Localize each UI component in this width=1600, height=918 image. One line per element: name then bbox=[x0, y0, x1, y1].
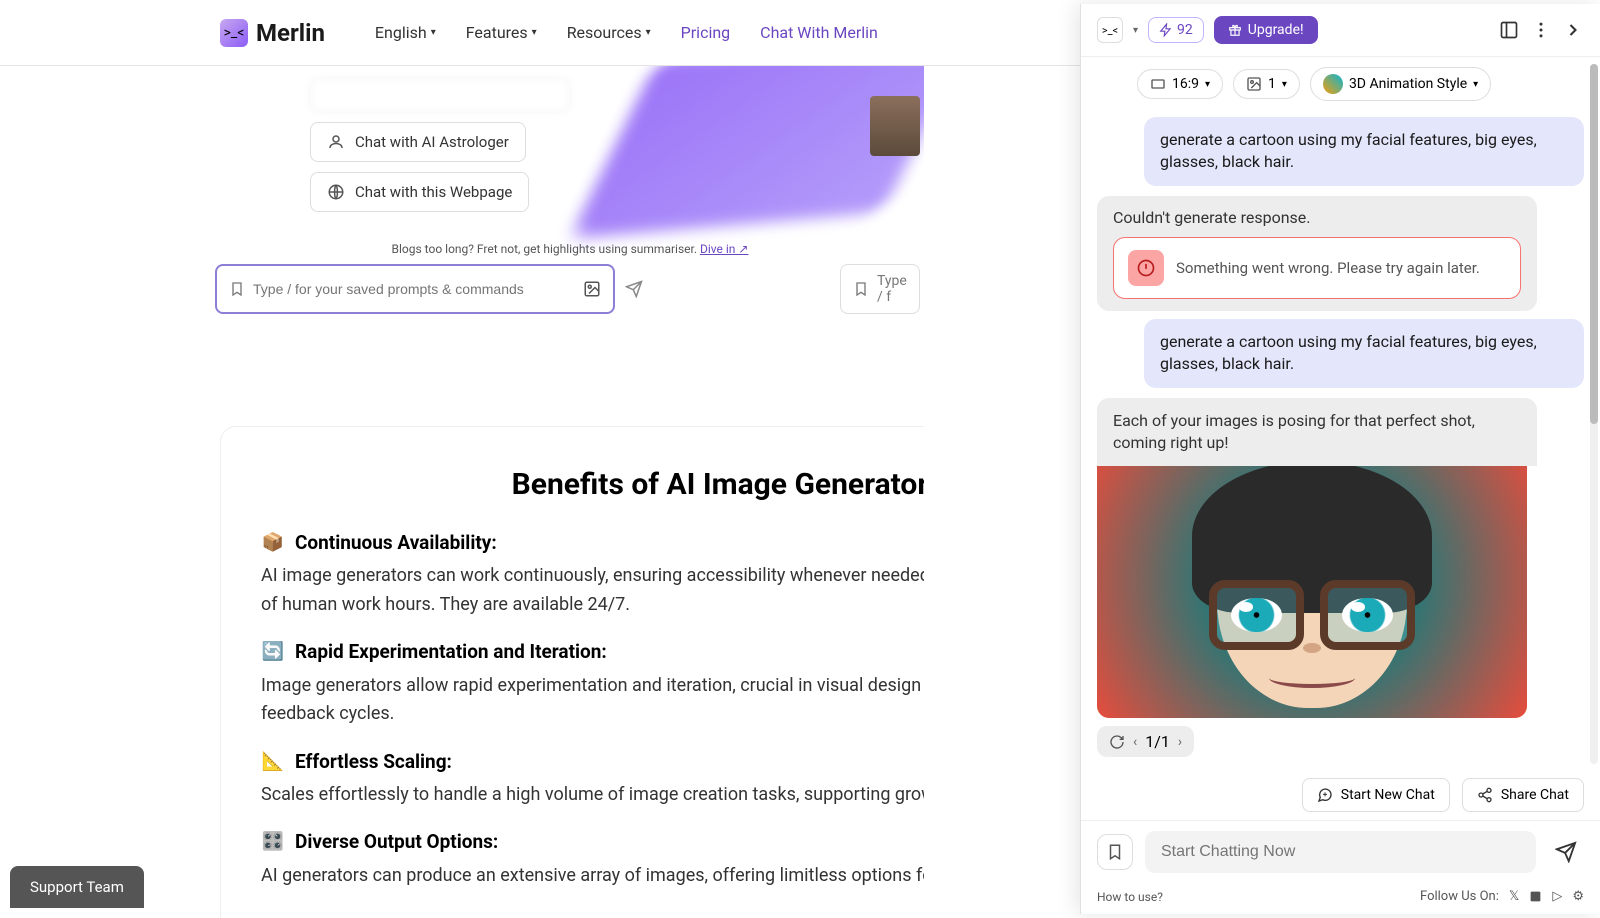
how-to-use-link[interactable]: How to use? bbox=[1097, 890, 1163, 904]
error-box: Something went wrong. Please try again l… bbox=[1113, 237, 1521, 299]
assistant-message: Each of your images is posing for that p… bbox=[1097, 398, 1537, 719]
send-button[interactable] bbox=[1548, 834, 1584, 870]
count-select[interactable]: 1 ▾ bbox=[1233, 69, 1300, 99]
nav-features[interactable]: Features▾ bbox=[466, 23, 537, 42]
suggestion-webpage[interactable]: Chat with this Webpage bbox=[310, 172, 529, 212]
next-icon[interactable]: › bbox=[1178, 734, 1182, 750]
hint-link[interactable]: Dive in ↗ bbox=[700, 242, 748, 256]
cube-icon: 📦 bbox=[261, 530, 285, 554]
chevron-right-icon[interactable] bbox=[1562, 19, 1584, 41]
credits-pill[interactable]: 92 bbox=[1148, 17, 1204, 43]
scrollbar[interactable] bbox=[1590, 64, 1598, 764]
chat-actions: Start New Chat Share Chat bbox=[1081, 770, 1600, 820]
nav-pricing[interactable]: Pricing bbox=[681, 23, 731, 42]
user-message: generate a cartoon using my facial featu… bbox=[1144, 319, 1584, 388]
expand-icon[interactable] bbox=[1498, 19, 1520, 41]
gear-icon[interactable]: ⚙ bbox=[1572, 889, 1584, 904]
more-icon[interactable] bbox=[1530, 19, 1552, 41]
options-icon: 🎛️ bbox=[261, 830, 285, 854]
globe-icon bbox=[327, 183, 345, 201]
benefit-availability: 📦Continuous Availability: AI image gener… bbox=[261, 530, 924, 620]
style-avatar-icon bbox=[1323, 74, 1343, 94]
bookmark-icon bbox=[853, 281, 869, 297]
play-icon[interactable]: ▷ bbox=[1552, 889, 1562, 904]
support-button[interactable]: Support Team bbox=[10, 866, 144, 908]
start-new-chat-button[interactable]: Start New Chat bbox=[1302, 778, 1450, 812]
chevron-down-icon: ▾ bbox=[431, 27, 436, 38]
cycle-icon: 🔄 bbox=[261, 640, 285, 664]
prev-icon[interactable]: ‹ bbox=[1133, 734, 1137, 750]
benefit-diverse: 🎛️Diverse Output Options: AI generators … bbox=[261, 830, 924, 891]
bookmark-button[interactable] bbox=[1097, 834, 1133, 870]
chevron-down-icon[interactable]: ▾ bbox=[1133, 25, 1138, 36]
chat-input-primary[interactable] bbox=[215, 264, 615, 314]
lightning-icon bbox=[1159, 23, 1173, 37]
benefit-scaling: 📐Effortless Scaling: Scales effortlessly… bbox=[261, 749, 924, 810]
logo-icon: >_< bbox=[220, 19, 248, 47]
chevron-down-icon: ▾ bbox=[1282, 79, 1287, 90]
nav-items: English▾ Features▾ Resources▾ Pricing Ch… bbox=[375, 23, 878, 42]
system-error-message: Couldn't generate response. Something we… bbox=[1097, 196, 1537, 311]
rect-icon bbox=[1150, 76, 1166, 92]
options-row: 16:9 ▾ 1 ▾ 3D Animation Style ▾ bbox=[1121, 57, 1600, 111]
share-icon bbox=[1477, 787, 1493, 803]
scale-icon: 📐 bbox=[261, 749, 285, 773]
panel-footer: How to use? Follow Us On: 𝕏 ▷ ⚙ bbox=[1081, 883, 1600, 914]
nav-resources[interactable]: Resources▾ bbox=[567, 23, 651, 42]
astrologer-icon bbox=[327, 133, 345, 151]
alert-icon bbox=[1128, 250, 1164, 286]
nav-chat-with-merlin[interactable]: Chat With Merlin bbox=[760, 23, 878, 42]
side-panel: >_< ▾ 92 Upgrade! 16:9 ▾ bbox=[1080, 4, 1600, 914]
benefits-heading: Benefits of AI Image Generator bbox=[261, 467, 924, 502]
upgrade-button[interactable]: Upgrade! bbox=[1214, 16, 1318, 44]
send-icon[interactable] bbox=[625, 280, 643, 298]
page-indicator: 1/1 bbox=[1145, 732, 1170, 751]
chevron-down-icon: ▾ bbox=[1205, 79, 1210, 90]
image-icon[interactable] bbox=[583, 280, 601, 298]
hint-text: Blogs too long? Fret not, get highlights… bbox=[220, 242, 920, 256]
benefits-section: Benefits of AI Image Generator 📦Continuo… bbox=[220, 426, 924, 918]
avatar bbox=[870, 96, 920, 156]
chevron-down-icon: ▾ bbox=[532, 27, 537, 38]
chat-input-field[interactable] bbox=[253, 281, 575, 297]
suggestion-blurred[interactable] bbox=[310, 78, 570, 112]
share-chat-button[interactable]: Share Chat bbox=[1462, 778, 1584, 812]
message-input[interactable] bbox=[1145, 831, 1536, 873]
chat-input-secondary[interactable]: Type / f bbox=[840, 264, 920, 314]
chevron-down-icon: ▾ bbox=[1473, 79, 1478, 90]
image-icon bbox=[1246, 76, 1262, 92]
generated-image[interactable] bbox=[1097, 466, 1527, 718]
style-select[interactable]: 3D Animation Style ▾ bbox=[1310, 67, 1491, 101]
user-message: generate a cartoon using my facial featu… bbox=[1144, 117, 1584, 186]
main-content: Chat with AI Astrologer Chat with this W… bbox=[0, 66, 924, 918]
aspect-ratio-select[interactable]: 16:9 ▾ bbox=[1137, 69, 1223, 99]
bottom-input-row bbox=[1081, 820, 1600, 883]
linkedin-icon[interactable] bbox=[1529, 890, 1542, 903]
chat-input-row: Type / f bbox=[220, 264, 920, 314]
bookmark-icon bbox=[229, 281, 245, 297]
x-icon[interactable]: 𝕏 bbox=[1509, 889, 1519, 904]
chat-scroll[interactable]: generate a cartoon using my facial featu… bbox=[1081, 111, 1600, 770]
logo[interactable]: >_< Merlin bbox=[220, 19, 325, 47]
nav-english[interactable]: English▾ bbox=[375, 23, 436, 42]
chat-plus-icon bbox=[1317, 787, 1333, 803]
logo-text: Merlin bbox=[256, 19, 325, 47]
image-pagination: ‹ 1/1 › bbox=[1097, 726, 1194, 757]
follow-links: Follow Us On: 𝕏 ▷ ⚙ bbox=[1420, 889, 1584, 904]
panel-header: >_< ▾ 92 Upgrade! bbox=[1081, 4, 1600, 57]
refresh-icon[interactable] bbox=[1109, 734, 1125, 750]
chevron-down-icon: ▾ bbox=[646, 27, 651, 38]
suggestion-astrologer[interactable]: Chat with AI Astrologer bbox=[310, 122, 526, 162]
panel-logo-icon[interactable]: >_< bbox=[1097, 17, 1123, 43]
benefit-rapid: 🔄Rapid Experimentation and Iteration: Im… bbox=[261, 640, 924, 730]
gift-icon bbox=[1228, 23, 1242, 37]
scrollbar-thumb[interactable] bbox=[1590, 64, 1598, 424]
